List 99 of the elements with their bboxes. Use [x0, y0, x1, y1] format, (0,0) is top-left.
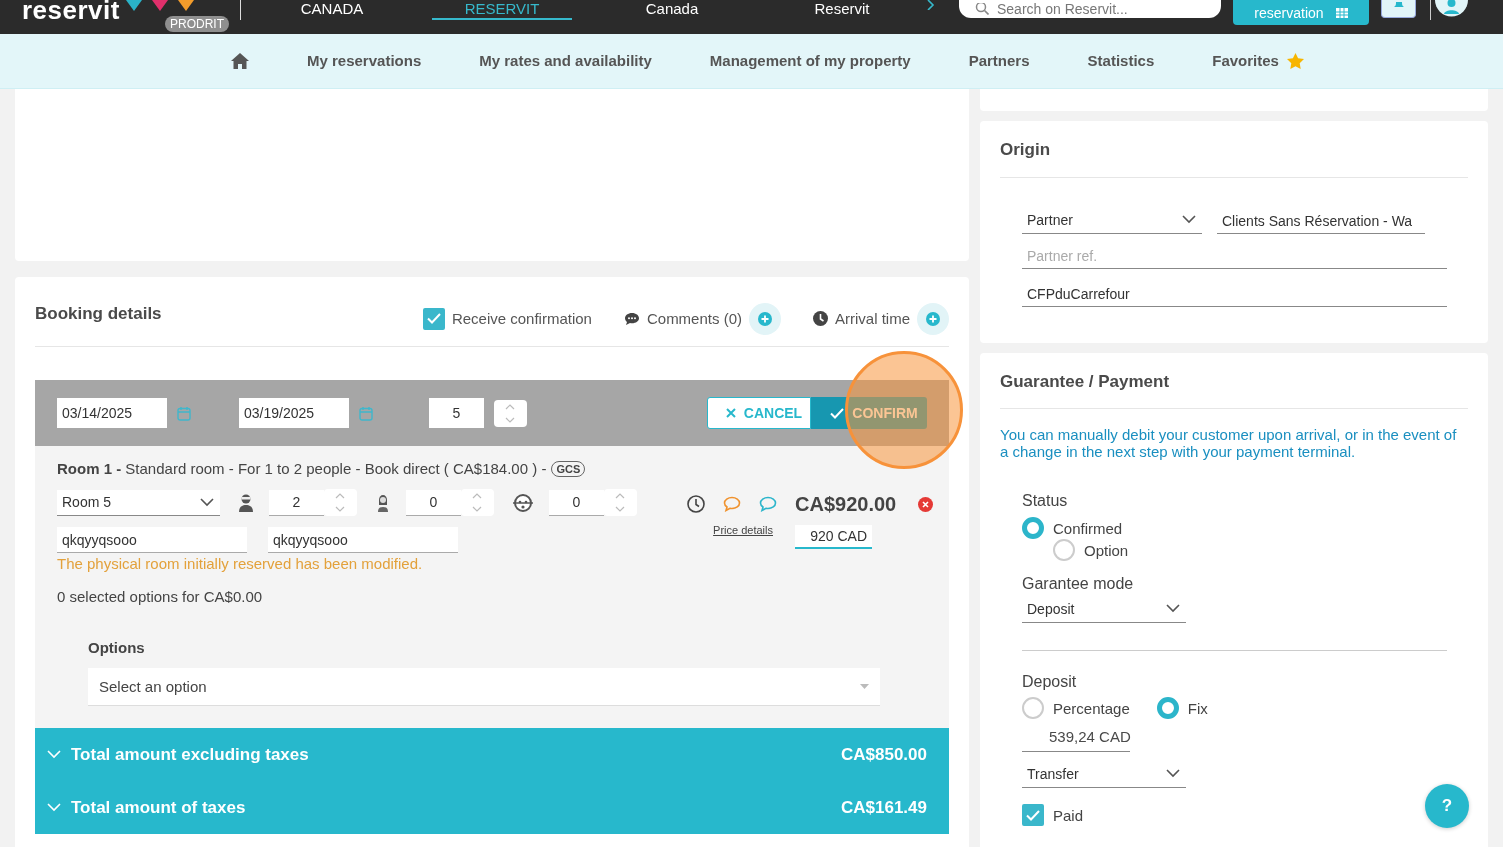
radio-label: Percentage [1053, 699, 1130, 717]
remove-icon[interactable] [918, 496, 934, 512]
children-field[interactable]: 0 [406, 489, 461, 516]
radio-button[interactable] [1053, 539, 1075, 561]
source-select[interactable]: Partner [1022, 210, 1202, 234]
select-field[interactable]: Room 5 [57, 489, 220, 516]
radio-label: Confirmed [1053, 519, 1123, 537]
adult-icon [238, 493, 254, 512]
plus-icon [926, 311, 940, 326]
arrival-time-label: Arrival time [835, 310, 910, 327]
babies-field[interactable]: 0 [549, 489, 604, 516]
comment-icon [623, 311, 640, 326]
nav-link[interactable]: My reservations [307, 52, 422, 69]
check-icon [1026, 809, 1040, 821]
radio-label: Fix [1187, 699, 1208, 717]
nav-link[interactable]: Partners [968, 52, 1030, 69]
room-price: CA$920.00 [795, 492, 897, 516]
radio-button[interactable] [1022, 697, 1044, 719]
search-field[interactable]: Search on Reservit... [959, 0, 1221, 18]
check-icon [426, 313, 441, 324]
partner-ref-field[interactable]: Partner ref. [1022, 248, 1447, 269]
star-icon [1286, 52, 1304, 69]
radio-button[interactable] [1156, 697, 1179, 719]
chevron-right-icon[interactable] [927, 0, 935, 10]
bell-icon [1392, 0, 1405, 9]
status-label: Status [1022, 492, 1069, 510]
search-icon [975, 3, 989, 15]
clock-icon [813, 311, 828, 326]
logo-pins-icon [123, 0, 196, 12]
chevron-down-icon [1182, 215, 1196, 224]
notifications-button[interactable] [1381, 0, 1416, 18]
checkbox[interactable] [422, 307, 445, 330]
section-title: Guarantee / Payment [1000, 371, 1171, 393]
options-summary: 0 selected options for CA$0.00 [57, 588, 264, 605]
guest-name-field[interactable]: qkqyyqsooo [57, 527, 247, 553]
total-label: Total amount of taxes [71, 797, 246, 818]
checkbox-label: Paid [1053, 806, 1084, 824]
plus-icon [758, 311, 772, 326]
options-label: Options [88, 639, 146, 656]
total-label: Total amount excluding taxes [71, 744, 309, 765]
select-field[interactable]: Transfer [1022, 764, 1186, 788]
speech-bubble-icon[interactable] [759, 496, 777, 513]
info-text: You can manually debit your customer upon arrival, or in the event of a change in the next step with your payment terminal. [1000, 426, 1458, 460]
stepper-icon[interactable] [494, 399, 527, 427]
header-link[interactable]: Canada [612, 0, 732, 20]
add-button[interactable] [917, 302, 949, 335]
chevron-down-icon [1166, 604, 1180, 613]
chevron-down-icon [47, 803, 61, 812]
comments-label: Comments (0) [646, 310, 742, 327]
header-link[interactable]: RESERVIT [431, 0, 573, 20]
nav-link[interactable]: Statistics [1087, 52, 1155, 69]
section-title: Origin [1000, 139, 1052, 161]
close-icon [725, 408, 736, 418]
home-icon[interactable] [231, 52, 249, 69]
adults-field[interactable]: 2 [269, 489, 324, 516]
checkbox-label: Receive confirmation [451, 310, 592, 327]
partner-name-field[interactable]: Clients Sans Réservation - Wa [1217, 210, 1425, 234]
reference-field[interactable]: CFPduCarrefour [1022, 283, 1447, 307]
child-icon [375, 493, 391, 512]
mode-label: Garantee mode [1022, 575, 1135, 593]
stepper-icon[interactable] [604, 489, 637, 516]
deposit-label: Deposit [1022, 673, 1078, 691]
nav-link[interactable]: Favorites [1212, 52, 1304, 69]
nav-link[interactable]: My rates and availability [479, 52, 652, 69]
total-value: CA$161.49 [841, 797, 927, 818]
clock-icon[interactable] [687, 495, 705, 514]
checkbox[interactable] [1022, 804, 1044, 826]
header-link[interactable]: CANADA [267, 0, 397, 20]
speech-bubble-icon[interactable] [723, 496, 741, 513]
radio-label: Option [1084, 541, 1129, 559]
total-value: CA$850.00 [841, 744, 927, 765]
stepper-icon[interactable] [324, 489, 357, 516]
nights-field[interactable]: 5 [429, 398, 484, 428]
date-field[interactable]: 03/19/2025 [239, 398, 349, 428]
chevron-down-icon [47, 750, 61, 759]
room-title: Room 1 - Standard room - For 1 to 2 people - Book direct ( CA$184.00 ) - [57, 460, 547, 477]
user-avatar-icon[interactable] [1435, 0, 1468, 18]
section-title: Booking details [35, 303, 163, 324]
header-link[interactable]: Reservit [781, 0, 903, 20]
add-button[interactable] [749, 302, 781, 335]
logo-text[interactable]: reservit [22, 0, 120, 22]
price-details-link[interactable]: Price details [713, 523, 773, 536]
chevron-down-icon [1166, 769, 1180, 778]
warning-text: The physical room initially reserved has been modified. [57, 555, 424, 572]
date-field[interactable]: 03/14/2025 [57, 398, 167, 428]
option-select[interactable]: Select an option [88, 668, 880, 706]
amount-field[interactable]: 539,24 CAD [1022, 728, 1130, 752]
select-field[interactable]: Deposit [1022, 599, 1186, 623]
caret-down-icon [860, 684, 869, 689]
stepper-icon[interactable] [461, 489, 494, 516]
chevron-down-icon [200, 497, 214, 507]
calendar-icon [1335, 7, 1348, 18]
radio-button[interactable] [1022, 517, 1044, 539]
check-icon [830, 407, 845, 419]
guest-name-field[interactable]: qkqyyqsooo [268, 527, 458, 553]
nav-link[interactable]: Management of my property [709, 52, 911, 69]
price-field[interactable]: 920 CAD [795, 525, 872, 550]
baby-icon [512, 493, 534, 512]
env-badge: PRODRIT [165, 16, 229, 32]
